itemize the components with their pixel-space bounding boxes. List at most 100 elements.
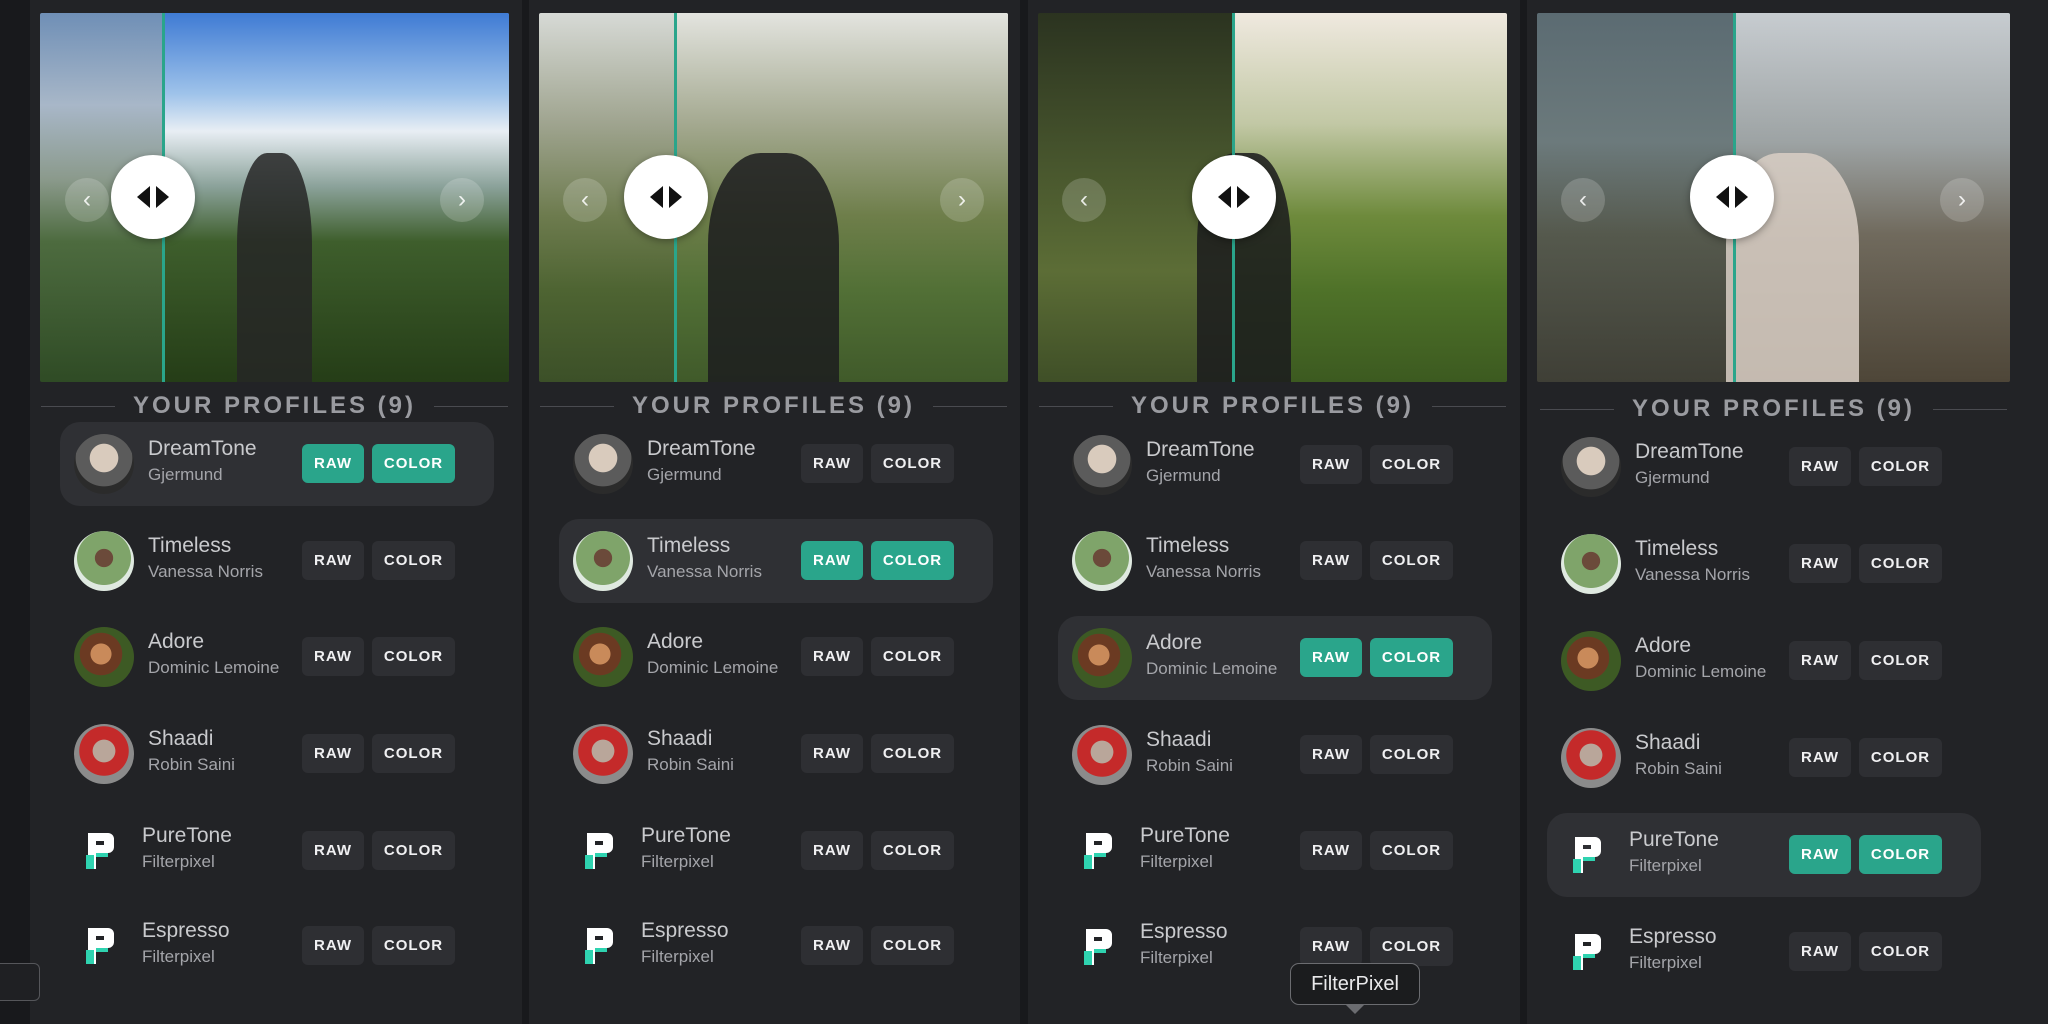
profile-row[interactable]: PureTone Filterpixel RAW COLOR: [559, 809, 993, 893]
profile-title: DreamTone: [1146, 438, 1255, 461]
prev-photo-button[interactable]: ‹: [1062, 178, 1106, 222]
profile-row[interactable]: Espresso Filterpixel RAW COLOR: [559, 904, 993, 988]
before-after-photo[interactable]: [539, 13, 1008, 382]
profile-row[interactable]: DreamTone Gjermund RAW COLOR: [60, 422, 494, 506]
raw-button[interactable]: RAW: [302, 541, 364, 580]
profile-title: Espresso: [1140, 920, 1228, 943]
raw-button[interactable]: RAW: [1300, 445, 1362, 484]
color-button[interactable]: COLOR: [372, 637, 455, 676]
profile-row[interactable]: Timeless Vanessa Norris RAW COLOR: [1058, 519, 1492, 603]
color-button[interactable]: COLOR: [1370, 831, 1453, 870]
color-button[interactable]: COLOR: [871, 734, 954, 773]
chevron-right-icon: ›: [1958, 186, 1966, 213]
profile-row[interactable]: Timeless Vanessa Norris RAW COLOR: [1547, 522, 1981, 606]
raw-button[interactable]: RAW: [1300, 927, 1362, 966]
color-button[interactable]: COLOR: [1370, 445, 1453, 484]
next-photo-button[interactable]: ›: [1940, 178, 1984, 222]
compare-slider-handle[interactable]: [1192, 155, 1276, 239]
arrow-left-icon: [650, 186, 663, 208]
raw-button[interactable]: RAW: [801, 926, 863, 965]
profile-row[interactable]: Adore Dominic Lemoine RAW COLOR: [1058, 616, 1492, 700]
color-button[interactable]: COLOR: [871, 444, 954, 483]
profiles-heading-text: YOUR PROFILES (9): [1130, 392, 1415, 419]
color-button[interactable]: COLOR: [1370, 927, 1453, 966]
color-button[interactable]: COLOR: [871, 637, 954, 676]
profile-author: Vanessa Norris: [1635, 565, 1750, 584]
profile-title: Shaadi: [148, 727, 214, 750]
profile-row[interactable]: Espresso Filterpixel RAW COLOR: [1058, 905, 1492, 989]
prev-photo-button[interactable]: ‹: [65, 178, 109, 222]
raw-button[interactable]: RAW: [801, 637, 863, 676]
raw-button[interactable]: RAW: [1300, 735, 1362, 774]
raw-button[interactable]: RAW: [1300, 831, 1362, 870]
profile-row[interactable]: Espresso Filterpixel RAW COLOR: [1547, 910, 1981, 994]
profile-row[interactable]: DreamTone Gjermund RAW COLOR: [559, 422, 993, 506]
prev-photo-button[interactable]: ‹: [1561, 178, 1605, 222]
chevron-left-icon: ‹: [1080, 186, 1088, 213]
raw-button[interactable]: RAW: [1300, 541, 1362, 580]
profile-row[interactable]: Adore Dominic Lemoine RAW COLOR: [60, 615, 494, 699]
raw-button[interactable]: RAW: [1789, 641, 1851, 680]
raw-button[interactable]: RAW: [302, 444, 364, 483]
raw-button[interactable]: RAW: [801, 444, 863, 483]
profile-row[interactable]: Timeless Vanessa Norris RAW COLOR: [559, 519, 993, 603]
profile-row[interactable]: PureTone Filterpixel RAW COLOR: [60, 809, 494, 893]
profile-row[interactable]: Espresso Filterpixel RAW COLOR: [60, 904, 494, 988]
compare-slider-handle[interactable]: [624, 155, 708, 239]
profile-row[interactable]: Shaadi Robin Saini RAW COLOR: [60, 712, 494, 796]
prev-photo-button[interactable]: ‹: [563, 178, 607, 222]
color-button[interactable]: COLOR: [1859, 447, 1942, 486]
color-button[interactable]: COLOR: [871, 926, 954, 965]
profile-names: Timeless Vanessa Norris: [647, 533, 762, 585]
raw-button[interactable]: RAW: [801, 541, 863, 580]
raw-button[interactable]: RAW: [801, 831, 863, 870]
profiles-heading: YOUR PROFILES (9): [1028, 392, 1517, 420]
color-button[interactable]: COLOR: [372, 734, 455, 773]
filterpixel-logo-icon: [82, 829, 116, 873]
compare-slider-handle[interactable]: [111, 155, 195, 239]
color-button[interactable]: COLOR: [1370, 735, 1453, 774]
profile-row[interactable]: DreamTone Gjermund RAW COLOR: [1547, 425, 1981, 509]
color-button[interactable]: COLOR: [372, 926, 455, 965]
color-button[interactable]: COLOR: [1859, 544, 1942, 583]
next-photo-button[interactable]: ›: [440, 178, 484, 222]
raw-button[interactable]: RAW: [1789, 447, 1851, 486]
color-button[interactable]: COLOR: [1859, 932, 1942, 971]
color-button[interactable]: COLOR: [871, 541, 954, 580]
raw-button[interactable]: RAW: [302, 926, 364, 965]
raw-button[interactable]: RAW: [1789, 738, 1851, 777]
profile-row[interactable]: Shaadi Robin Saini RAW COLOR: [1547, 716, 1981, 800]
color-button[interactable]: COLOR: [1859, 641, 1942, 680]
profile-row[interactable]: Shaadi Robin Saini RAW COLOR: [559, 712, 993, 796]
profile-row[interactable]: Shaadi Robin Saini RAW COLOR: [1058, 713, 1492, 797]
color-button[interactable]: COLOR: [1370, 541, 1453, 580]
color-button[interactable]: COLOR: [1859, 738, 1942, 777]
profile-row[interactable]: PureTone Filterpixel RAW COLOR: [1547, 813, 1981, 897]
raw-button[interactable]: RAW: [302, 831, 364, 870]
profiles-heading-text: YOUR PROFILES (9): [1631, 395, 1916, 422]
raw-button[interactable]: RAW: [1789, 544, 1851, 583]
profile-row[interactable]: Adore Dominic Lemoine RAW COLOR: [1547, 619, 1981, 703]
raw-button[interactable]: RAW: [1300, 638, 1362, 677]
color-button[interactable]: COLOR: [871, 831, 954, 870]
raw-button[interactable]: RAW: [1789, 932, 1851, 971]
color-button[interactable]: COLOR: [1370, 638, 1453, 677]
profile-names: DreamTone Gjermund: [1146, 437, 1255, 489]
color-button[interactable]: COLOR: [372, 831, 455, 870]
color-button[interactable]: COLOR: [1859, 835, 1942, 874]
profile-row[interactable]: Timeless Vanessa Norris RAW COLOR: [60, 519, 494, 603]
color-button[interactable]: COLOR: [372, 444, 455, 483]
profile-title: DreamTone: [148, 437, 257, 460]
raw-button[interactable]: RAW: [302, 637, 364, 676]
next-photo-button[interactable]: ›: [940, 178, 984, 222]
profile-row[interactable]: PureTone Filterpixel RAW COLOR: [1058, 809, 1492, 893]
compare-slider-handle[interactable]: [1690, 155, 1774, 239]
raw-button[interactable]: RAW: [801, 734, 863, 773]
raw-button[interactable]: RAW: [1789, 835, 1851, 874]
avatar: [1072, 435, 1132, 495]
color-button[interactable]: COLOR: [372, 541, 455, 580]
raw-button[interactable]: RAW: [302, 734, 364, 773]
profile-row[interactable]: DreamTone Gjermund RAW COLOR: [1058, 423, 1492, 507]
profile-row[interactable]: Adore Dominic Lemoine RAW COLOR: [559, 615, 993, 699]
collapsed-sidebar-tab[interactable]: [0, 963, 40, 1001]
